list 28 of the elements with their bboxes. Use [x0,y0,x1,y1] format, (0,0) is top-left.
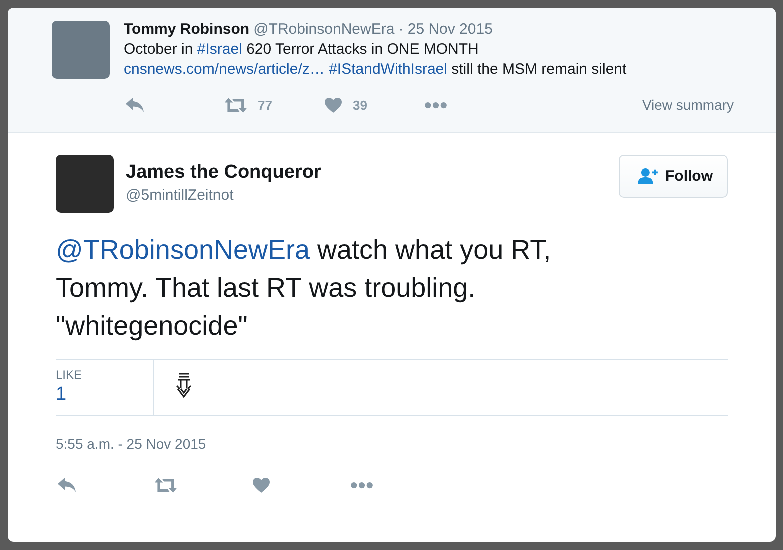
author-name: James the Conqueror [126,162,322,184]
liker-avatar-icon[interactable] [176,372,192,398]
like-count[interactable]: 1 [56,384,153,406]
heart-icon [252,476,271,494]
follow-button[interactable]: Follow [618,155,728,198]
tweet-timestamp: 5:55 a.m. - 25 Nov 2015 [56,436,208,452]
tweet-link[interactable]: #Israel [197,41,242,58]
more-icon [424,102,448,108]
reply-icon [124,96,146,114]
tweet-link[interactable]: #IStandWithIsrael [329,61,448,78]
tweet-text: @TRobinsonNewEra watch what you RT, Tommy. That last RT was troubling. "whitegenocide" [56,234,552,343]
avatar-photo-placeholder [56,155,114,213]
more-icon [350,482,374,488]
author-handle: @TRobinsonNewEra [254,21,395,38]
add-user-icon [638,168,658,185]
reply-icon [56,476,78,494]
author-handle: @5mintillZeitnot [126,187,235,204]
retweet-icon [154,476,178,494]
mention-link[interactable]: @TRobinsonNewEra [56,235,310,265]
tweet-date: · 25 Nov 2015 [398,21,493,38]
heart-icon [324,96,343,114]
tweet-text: October in #Israel 620 Terror Attacks in ONE MONTH cnsnews.com/news/article/z… #IStandWithIsrael still the MSM remain silent [124,40,628,80]
author-name: Tommy Robinson [124,21,250,38]
retweet-icon [224,96,248,114]
view-summary-link[interactable]: View summary [642,97,734,113]
like-label: LIKE [56,368,84,382]
avatar-photo-placeholder [52,21,110,79]
tweet-link[interactable]: cnsnews.com/news/article/z… [124,61,330,78]
